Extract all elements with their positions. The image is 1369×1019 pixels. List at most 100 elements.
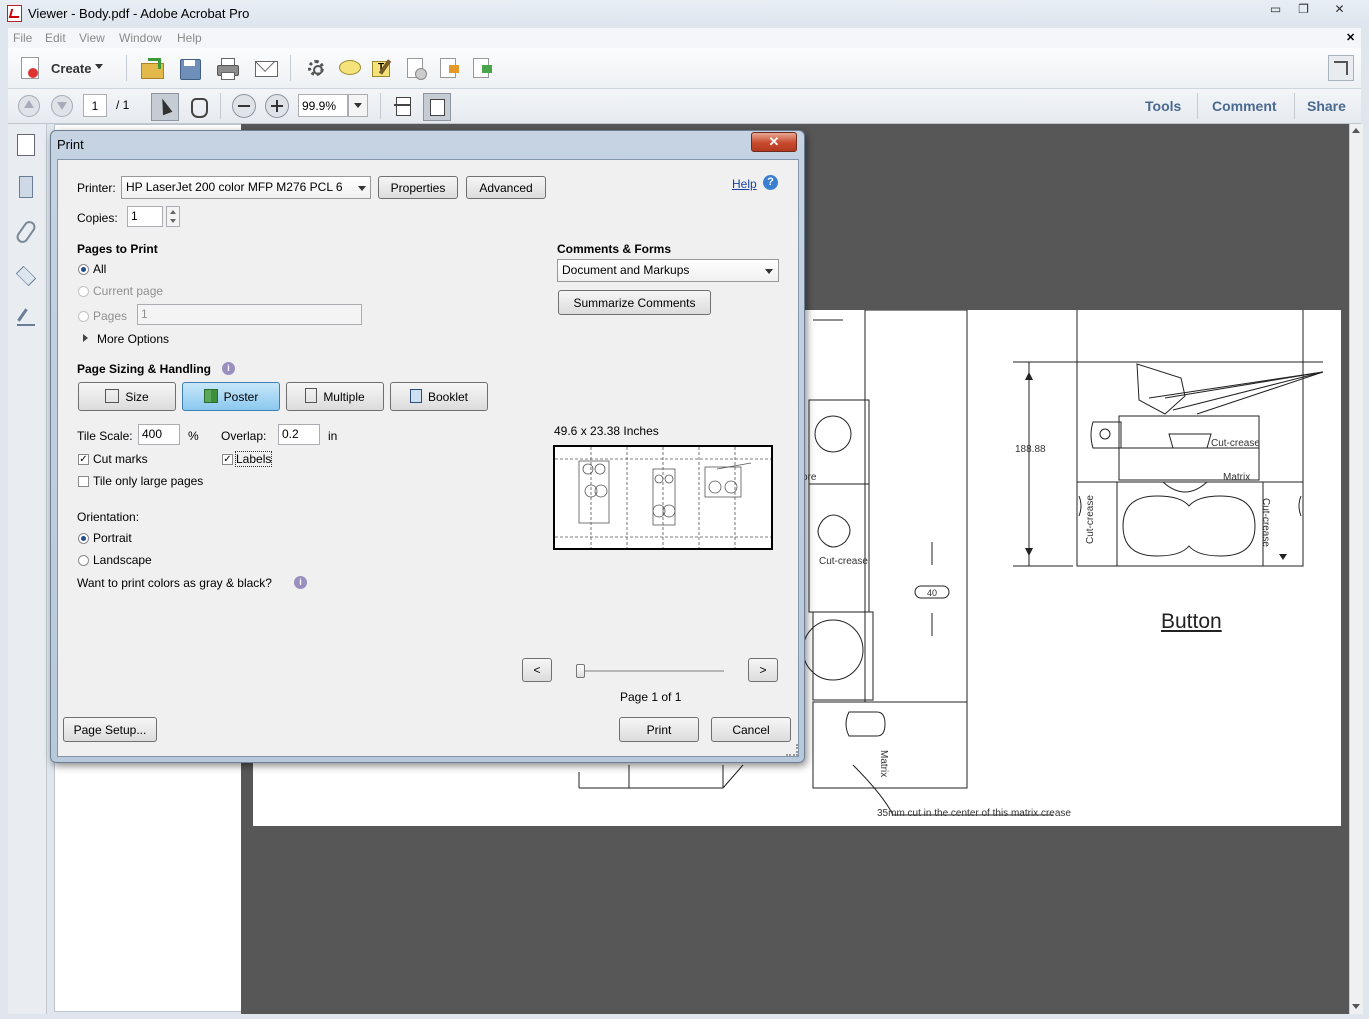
highlight-icon[interactable]: T bbox=[371, 57, 395, 79]
zoom-out-icon[interactable] bbox=[232, 94, 256, 118]
create-label: Create bbox=[51, 61, 92, 76]
size-button-label: Size bbox=[125, 390, 149, 404]
tools-link[interactable]: Tools bbox=[1145, 98, 1181, 114]
share-icon[interactable] bbox=[470, 57, 494, 79]
expand-triangle-icon[interactable] bbox=[83, 334, 88, 342]
size-icon bbox=[105, 389, 120, 403]
save-icon[interactable] bbox=[178, 57, 202, 80]
labels-label[interactable]: Labels bbox=[234, 451, 273, 467]
share-link[interactable]: Share bbox=[1307, 98, 1346, 114]
menu-edit[interactable]: Edit bbox=[45, 31, 66, 45]
menu-help[interactable]: Help bbox=[177, 31, 202, 45]
help-link[interactable]: Help bbox=[732, 177, 757, 191]
hand-tool-icon[interactable] bbox=[186, 94, 210, 118]
document-close-icon[interactable]: ✕ bbox=[1346, 31, 1355, 44]
multiple-button[interactable]: Multiple bbox=[286, 382, 384, 411]
menu-view[interactable]: View bbox=[79, 31, 105, 45]
help-icon[interactable]: ? bbox=[763, 175, 778, 190]
open-folder-icon[interactable] bbox=[140, 57, 164, 79]
tile-scale-input[interactable]: 400 bbox=[138, 424, 180, 445]
select-tool-icon[interactable] bbox=[151, 93, 179, 121]
minimize-button[interactable]: ▭ bbox=[1262, 1, 1289, 19]
booklet-button[interactable]: Booklet bbox=[390, 382, 488, 411]
current-page-label[interactable]: Current page bbox=[93, 284, 163, 298]
fit-width-icon[interactable] bbox=[423, 93, 451, 121]
signatures-icon[interactable] bbox=[17, 308, 35, 326]
export-icon[interactable] bbox=[437, 57, 461, 79]
comment-bubble-icon[interactable] bbox=[338, 57, 362, 79]
sign-icon[interactable] bbox=[404, 57, 428, 80]
portrait-radio[interactable] bbox=[78, 533, 89, 544]
copies-stepper[interactable] bbox=[166, 206, 180, 227]
info-icon[interactable]: i bbox=[294, 576, 307, 589]
tile-only-large-checkbox[interactable] bbox=[78, 476, 89, 487]
comment-link[interactable]: Comment bbox=[1212, 98, 1277, 114]
info-icon[interactable]: i bbox=[222, 362, 235, 375]
slider-thumb[interactable] bbox=[576, 664, 585, 678]
overlap-input[interactable]: 0.2 bbox=[278, 424, 320, 445]
pages-range-radio[interactable] bbox=[78, 311, 89, 322]
advanced-button[interactable]: Advanced bbox=[466, 176, 546, 199]
pages-range-label[interactable]: Pages bbox=[93, 309, 127, 323]
chevron-down-icon bbox=[95, 64, 103, 69]
layers-icon[interactable] bbox=[15, 265, 37, 287]
cancel-button[interactable]: Cancel bbox=[711, 717, 791, 742]
zoom-dropdown-button[interactable] bbox=[348, 94, 368, 117]
pages-range-input[interactable]: 1 bbox=[137, 304, 362, 325]
zoom-in-icon[interactable] bbox=[265, 94, 289, 118]
fit-page-icon[interactable] bbox=[391, 94, 415, 118]
portrait-label[interactable]: Portrait bbox=[93, 531, 132, 545]
restore-button[interactable]: ❐ bbox=[1290, 1, 1317, 19]
overlap-unit: in bbox=[328, 429, 338, 443]
print-icon[interactable] bbox=[216, 57, 240, 80]
page-setup-button[interactable]: Page Setup... bbox=[63, 717, 157, 742]
labels-checkbox[interactable]: ✓ bbox=[222, 454, 233, 465]
dialog-close-button[interactable]: ✕ bbox=[751, 132, 797, 152]
tile-only-large-label[interactable]: Tile only large pages bbox=[93, 474, 203, 488]
preview-next-button[interactable]: > bbox=[748, 658, 778, 682]
zoom-input[interactable]: 99.9% bbox=[298, 94, 348, 117]
all-pages-label[interactable]: All bbox=[93, 262, 106, 276]
page-number-input[interactable]: 1 bbox=[83, 94, 107, 117]
toolbar-divider bbox=[126, 55, 127, 81]
current-page-radio[interactable] bbox=[78, 286, 89, 297]
more-options-toggle[interactable]: More Options bbox=[97, 332, 169, 346]
cut-marks-checkbox[interactable]: ✓ bbox=[78, 454, 89, 465]
printer-select[interactable]: HP LaserJet 200 color MFP M276 PCL 6 bbox=[121, 176, 371, 199]
bookmarks-icon[interactable] bbox=[19, 176, 33, 198]
email-icon[interactable] bbox=[254, 52, 278, 79]
all-pages-radio[interactable] bbox=[78, 264, 89, 275]
preview-page-slider[interactable] bbox=[576, 664, 724, 678]
matrix-label: Matrix bbox=[878, 750, 889, 778]
resize-grip-icon[interactable] bbox=[786, 744, 798, 756]
comments-forms-select[interactable]: Document and Markups bbox=[557, 259, 779, 282]
window-close-button[interactable]: ✕ bbox=[1326, 1, 1353, 19]
gear-icon[interactable] bbox=[305, 57, 329, 79]
vertical-scrollbar[interactable] bbox=[1349, 124, 1363, 1014]
menu-file[interactable]: File bbox=[13, 31, 32, 45]
fullscreen-icon[interactable] bbox=[1328, 55, 1354, 81]
orientation-label: Orientation: bbox=[77, 510, 140, 524]
copies-input[interactable]: 1 bbox=[127, 206, 163, 227]
page-total: / 1 bbox=[116, 98, 130, 112]
dimension-label: 40 bbox=[927, 588, 938, 598]
properties-button[interactable]: Properties bbox=[378, 176, 458, 199]
summarize-comments-button[interactable]: Summarize Comments bbox=[558, 290, 711, 315]
poster-button[interactable]: Poster bbox=[182, 382, 280, 411]
preview-page-indicator: Page 1 of 1 bbox=[620, 690, 682, 704]
cut-marks-label[interactable]: Cut marks bbox=[93, 452, 148, 466]
preview-previous-button[interactable]: < bbox=[522, 658, 552, 682]
attachments-icon[interactable] bbox=[14, 218, 38, 246]
landscape-radio[interactable] bbox=[78, 555, 89, 566]
landscape-label[interactable]: Landscape bbox=[93, 553, 152, 567]
toolbar-divider bbox=[1197, 93, 1198, 119]
menu-window[interactable]: Window bbox=[119, 31, 162, 45]
scroll-down-arrow[interactable] bbox=[1352, 1004, 1360, 1009]
previous-page-icon[interactable] bbox=[18, 95, 40, 117]
page-thumbnails-icon[interactable] bbox=[17, 134, 35, 156]
size-button[interactable]: Size bbox=[78, 382, 176, 411]
scroll-up-arrow[interactable] bbox=[1352, 128, 1360, 133]
next-page-icon[interactable] bbox=[51, 95, 73, 117]
print-button[interactable]: Print bbox=[619, 717, 699, 742]
create-button[interactable]: Create bbox=[18, 56, 108, 80]
